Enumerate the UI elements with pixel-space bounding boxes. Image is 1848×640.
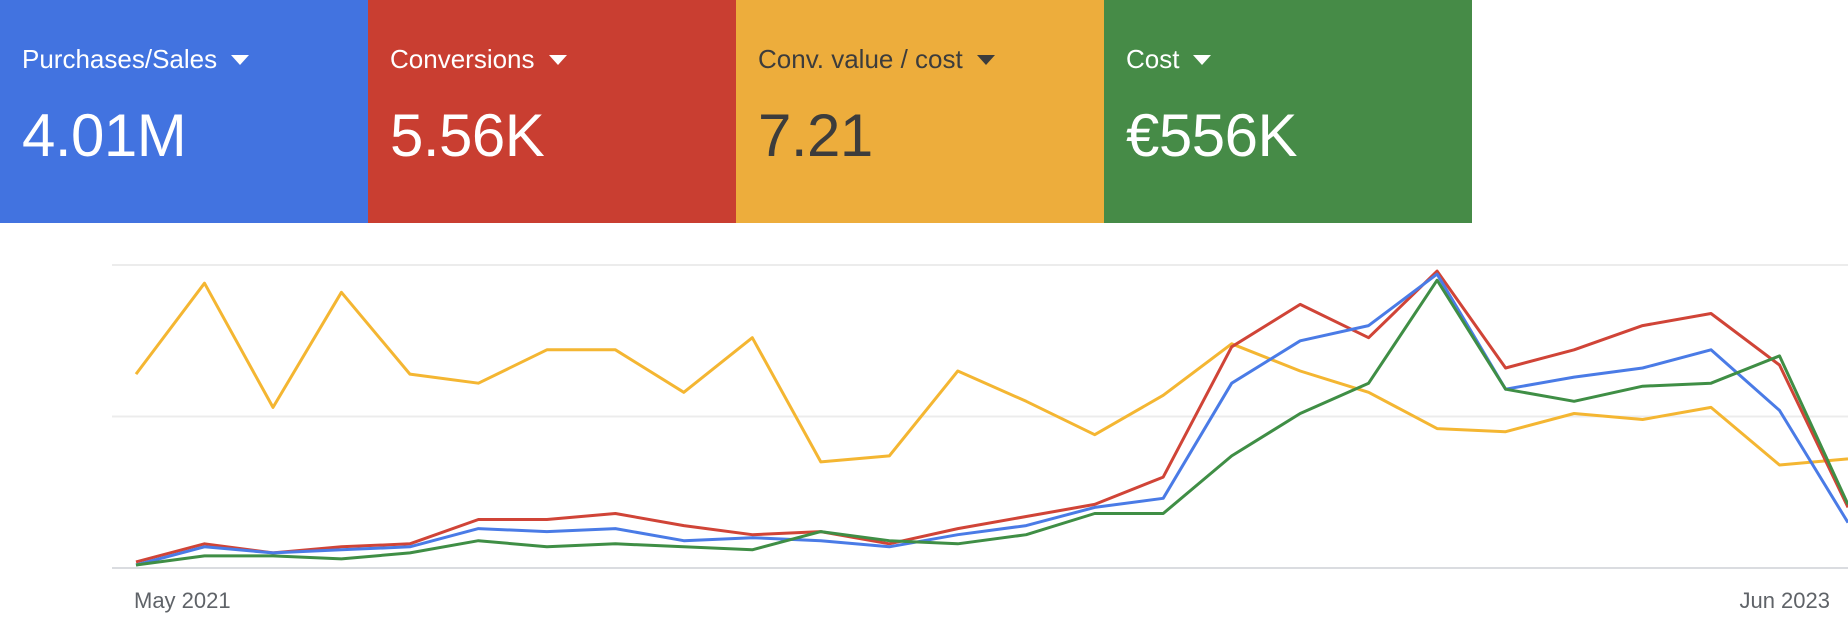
metric-label: Conversions <box>390 44 535 74</box>
metric-selector-purchases-sales[interactable]: Purchases/Sales <box>22 44 250 75</box>
performance-line-chart[interactable]: May 2021 Jun 2023 <box>0 223 1848 640</box>
scorecard-conversions[interactable]: Conversions 5.56K <box>368 0 736 223</box>
scorecard-cost[interactable]: Cost €556K <box>1104 0 1472 223</box>
metric-selector-conversions[interactable]: Conversions <box>390 44 567 75</box>
metric-label: Cost <box>1126 44 1180 74</box>
dropdown-arrow-icon[interactable] <box>231 54 250 65</box>
scorecard-purchases-sales[interactable]: Purchases/Sales 4.01M <box>0 0 368 223</box>
x-tick-label-start: May 2021 <box>134 588 231 613</box>
metric-label: Purchases/Sales <box>22 44 218 74</box>
metric-value: 5.56K <box>390 102 545 169</box>
metric-value: 7.21 <box>758 102 873 169</box>
metric-value: €556K <box>1126 102 1298 169</box>
chart-series <box>134 269 1848 567</box>
scorecard-conv-value-cost[interactable]: Conv. value / cost 7.21 <box>736 0 1104 223</box>
scorecards: Purchases/Sales 4.01M Conversions 5.56K … <box>0 0 1472 223</box>
metric-selector-cost[interactable]: Cost <box>1126 44 1212 75</box>
x-tick-label-end: Jun 2023 <box>1739 588 1830 613</box>
dropdown-arrow-icon[interactable] <box>1193 54 1212 65</box>
metric-value: 4.01M <box>22 102 187 169</box>
chart-grid <box>112 264 1848 569</box>
dropdown-arrow-icon[interactable] <box>976 54 995 65</box>
dropdown-arrow-icon[interactable] <box>548 54 567 65</box>
metric-label: Conv. value / cost <box>758 44 963 74</box>
metric-selector-conv-value-cost[interactable]: Conv. value / cost <box>758 44 995 75</box>
